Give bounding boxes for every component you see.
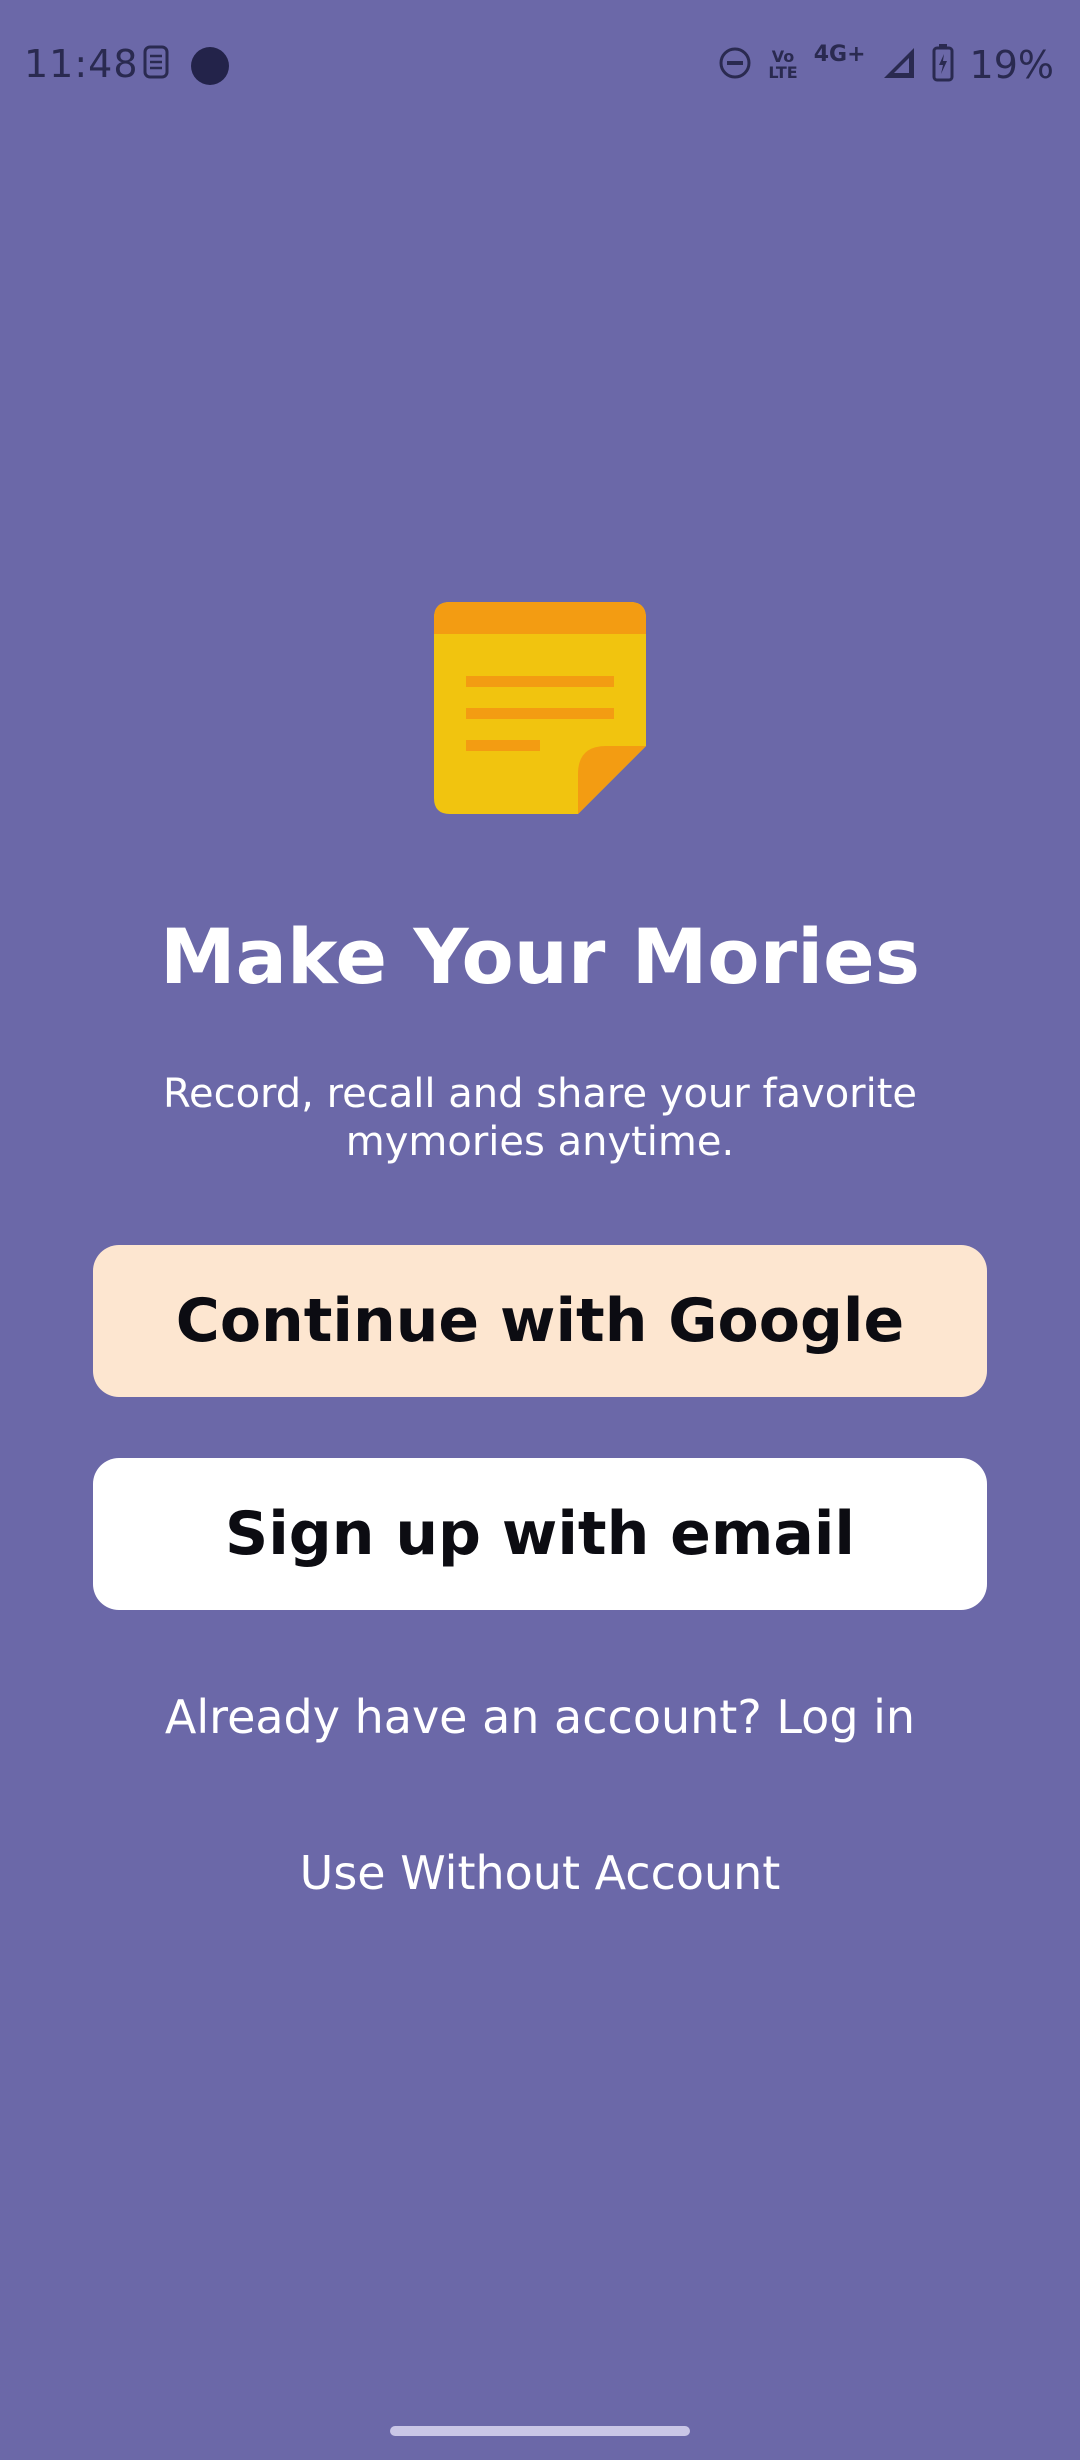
battery-percent: 19% [969, 43, 1054, 87]
continue-with-google-label: Continue with Google [175, 1286, 905, 1356]
signal-icon [882, 46, 916, 84]
continue-with-google-button[interactable]: Continue with Google [93, 1245, 987, 1397]
sim-icon [143, 44, 169, 84]
home-indicator[interactable] [390, 2426, 690, 2436]
network-type: 4G+ [813, 42, 866, 67]
welcome-screen: 11:48 Vo LTE 4G+ 19% Make Your Mories Re… [0, 0, 1080, 2460]
login-link[interactable]: Already have an account? Log in [0, 1690, 1080, 1744]
sign-up-with-email-button[interactable]: Sign up with email [93, 1458, 987, 1610]
battery-icon [932, 44, 954, 86]
sign-up-with-email-label: Sign up with email [225, 1499, 855, 1569]
use-without-account-link[interactable]: Use Without Account [0, 1846, 1080, 1900]
subtitle-line-1: Record, recall and share your favorite [162, 1071, 918, 1117]
recording-dot-icon [190, 46, 230, 90]
status-bar: 11:48 Vo LTE 4G+ 19% [0, 0, 1080, 130]
do-not-disturb-icon [718, 46, 752, 84]
sticky-note-icon [434, 602, 646, 814]
status-icons: Vo LTE 4G+ 19% [718, 40, 1054, 90]
page-title: Make Your Mories [160, 912, 920, 1001]
page-subtitle: Record, recall and share your favorite m… [140, 1070, 940, 1166]
status-time: 11:48 [24, 42, 139, 86]
volte-icon: Vo LTE [768, 47, 798, 82]
subtitle-line-2: mymories anytime. [345, 1119, 735, 1165]
